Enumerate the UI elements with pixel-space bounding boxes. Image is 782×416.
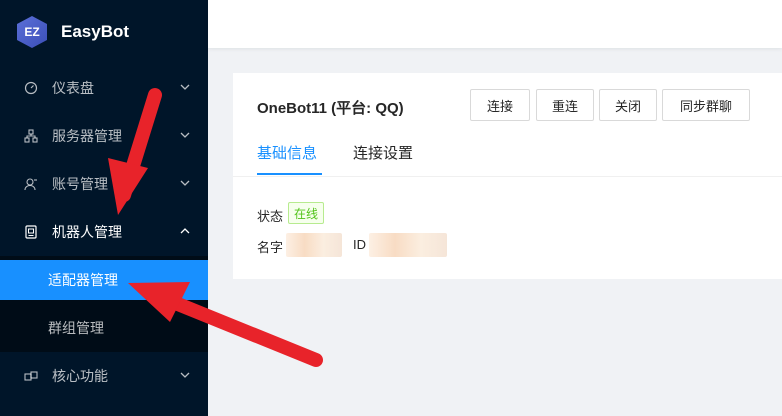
chevron-up-icon [180,228,190,234]
chevron-down-icon [180,84,190,90]
sync-groups-button[interactable]: 同步群聊 [662,89,750,121]
plugin-icon [24,369,38,383]
status-label: 状态 [257,209,284,224]
sidebar-item-core-features[interactable]: 核心功能 [0,352,208,400]
cluster-icon [24,129,38,143]
sidebar-item-dashboard[interactable]: 仪表盘 [0,64,208,112]
sidebar-item-robot-management[interactable]: 机器人管理 [0,208,208,256]
robot-icon [24,225,38,239]
sidebar-item-label: 群组管理 [48,320,104,336]
close-button[interactable]: 关闭 [599,89,657,121]
logo: EZ [17,16,47,48]
chevron-down-icon [180,180,190,186]
dashboard-icon [24,81,38,95]
tab-active-indicator [257,173,322,175]
sidebar-item-group-management[interactable]: 群组管理 [0,308,208,348]
user-icon [24,177,38,191]
chevron-down-icon [180,132,190,138]
name-value-redacted [286,233,342,257]
id-value-redacted [369,233,447,257]
robot-submenu: 适配器管理 群组管理 [0,256,208,352]
id-label: ID [353,237,366,252]
sidebar: EZ EasyBot 仪表盘 服务器管理 账号管理 机器人管理 适配器管理 群组… [0,0,208,416]
sidebar-item-label: 账号管理 [52,176,108,192]
adapter-card: OneBot11 (平台: QQ) 连接 重连 关闭 同步群聊 基础信息 连接设… [233,73,782,279]
tab-connection-settings[interactable]: 连接设置 [353,142,413,163]
brand[interactable]: EZ EasyBot [0,0,208,64]
chevron-down-icon [180,372,190,378]
tab-basic-info[interactable]: 基础信息 [257,142,317,163]
sidebar-item-account-management[interactable]: 账号管理 [0,160,208,208]
tab-divider [233,176,782,177]
adapter-title: OneBot11 (平台: QQ) [257,100,404,117]
top-header [208,0,782,48]
sidebar-item-label: 核心功能 [52,368,108,384]
reconnect-button[interactable]: 重连 [536,89,594,121]
connect-button[interactable]: 连接 [470,89,530,121]
sidebar-item-adapter-management[interactable]: 适配器管理 [0,260,208,300]
status-badge: 在线 [288,202,325,224]
sidebar-item-label: 机器人管理 [52,224,122,240]
sidebar-item-label: 仪表盘 [52,80,94,96]
sidebar-item-label: 适配器管理 [48,272,118,288]
brand-name: EasyBot [61,22,130,41]
sidebar-item-server-management[interactable]: 服务器管理 [0,112,208,160]
sidebar-item-label: 服务器管理 [52,128,122,144]
name-label: 名字 [257,240,284,255]
